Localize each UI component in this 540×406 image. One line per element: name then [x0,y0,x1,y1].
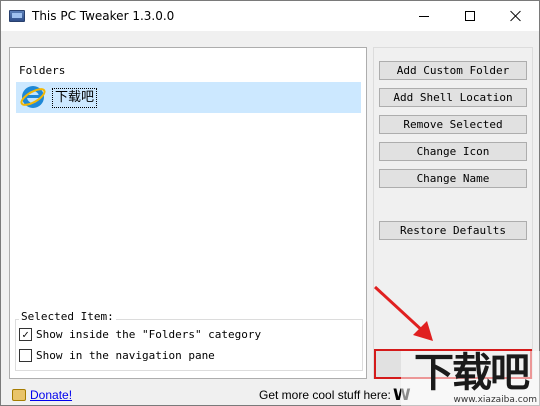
minimize-button[interactable] [401,1,447,31]
remove-selected-button[interactable]: Remove Selected [379,115,527,134]
close-icon [510,10,522,22]
app-window: This PC Tweaker 1.3.0.0 Folders 下载吧 Sele… [0,0,540,406]
checkbox-label: Show in the navigation pane [36,349,215,362]
donate-link[interactable]: Donate! [30,388,72,402]
add-custom-folder-button[interactable]: Add Custom Folder [379,61,527,80]
checkbox-checked[interactable]: ✓ [19,328,32,341]
more-stuff-text: Get more cool stuff here: [259,388,391,402]
folder-name: 下载吧 [52,88,98,108]
checkbox-label: Show inside the "Folders" category [36,328,262,341]
change-name-button[interactable]: Change Name [379,169,527,188]
watermark-url: www.xiazaiba.com [453,395,537,405]
watermark: 下载吧 www.xiazaiba.com [401,351,540,406]
close-button[interactable] [493,1,539,31]
donate-icon [12,389,26,401]
maximize-icon [465,11,475,21]
minimize-icon [419,15,429,17]
window-title: This PC Tweaker 1.3.0.0 [32,9,175,23]
monitor-icon [9,10,25,22]
show-in-folders-checkbox[interactable]: ✓ Show inside the "Folders" category [19,328,261,341]
red-arrow-annotation [373,285,433,341]
change-icon-button[interactable]: Change Icon [379,142,527,161]
selected-item-group [15,319,363,371]
title-bar[interactable]: This PC Tweaker 1.3.0.0 [1,1,539,31]
maximize-button[interactable] [447,1,493,31]
checkbox-unchecked[interactable] [19,349,32,362]
selected-item-heading: Selected Item: [19,310,116,323]
restore-defaults-button[interactable]: Restore Defaults [379,221,527,240]
watermark-logo: 下载吧 [414,350,530,396]
folders-heading: Folders [19,64,66,77]
add-shell-location-button[interactable]: Add Shell Location [379,88,527,107]
show-in-navigation-checkbox[interactable]: Show in the navigation pane [19,349,215,362]
internet-explorer-icon [20,86,46,108]
list-item[interactable]: 下载吧 [16,82,361,113]
